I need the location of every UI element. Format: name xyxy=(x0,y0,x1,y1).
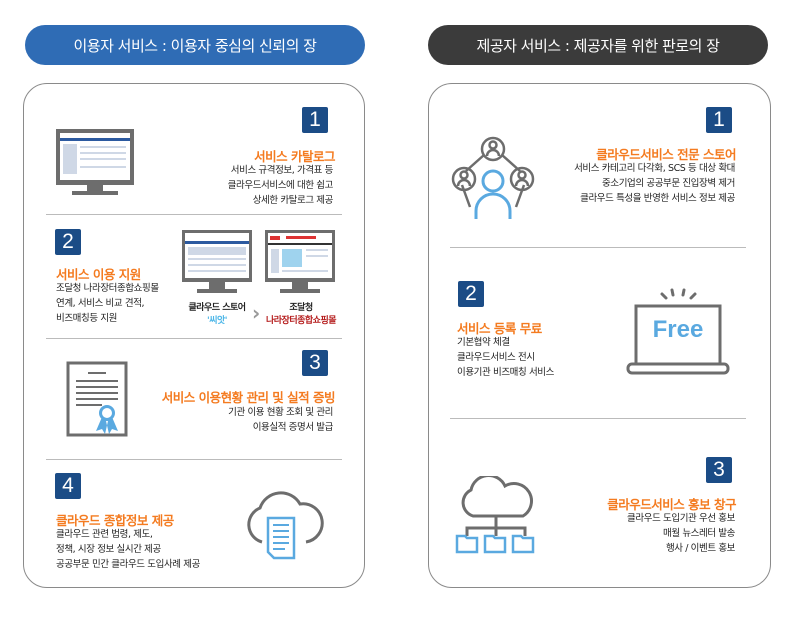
desc-line: 이용실적 증명서 발급 xyxy=(252,422,334,433)
item-description: 서비스 카테고리 다각화, SCS 등 대상 확대 중소기업의 공공부문 진입장… xyxy=(574,161,735,206)
desc-line: 클라우드서비스에 대한 쉽고 xyxy=(227,180,334,191)
divider xyxy=(46,459,342,460)
desc-line: 서비스 카테고리 다각화, SCS 등 대상 확대 xyxy=(574,163,735,174)
cloud-store-monitor-icon xyxy=(182,230,252,293)
desc-line: 조달청 나라장터종합쇼핑몰 xyxy=(56,283,159,294)
cloud-store-label: 클라우드 스토어 xyxy=(188,303,246,313)
item-description: 조달청 나라장터종합쇼핑몰 연계, 서비스 비교 견적, 비즈매칭등 지원 xyxy=(56,281,159,326)
mall-name: 나라장터종합쇼핑몰 xyxy=(265,316,337,326)
desc-line: 클라우드서비스 전시 xyxy=(457,352,535,363)
user-network-icon xyxy=(451,136,535,219)
item-description: 서비스 규격정보, 가격표 등 클라우드서비스에 대한 쉽고 상세한 카탈로그 … xyxy=(227,163,334,208)
desc-line: 중소기업의 공공부문 진입장벽 제거 xyxy=(602,178,735,189)
item-title: 서비스 이용현황 관리 및 실적 증빙 xyxy=(161,390,336,405)
free-label: Free xyxy=(652,316,704,343)
cloud-store-caption: 클라우드 스토어 '씨앗' xyxy=(178,300,256,326)
desc-line: 서비스 규격정보, 가격표 등 xyxy=(230,165,334,176)
desc-line: 상세한 카탈로그 제공 xyxy=(252,195,334,206)
desc-line: 비즈매칭등 지원 xyxy=(56,313,117,324)
cloud-folders-icon xyxy=(455,476,535,554)
divider xyxy=(450,247,746,248)
desc-line: 이용기관 비즈매칭 서비스 xyxy=(457,367,554,378)
shopping-mall-caption: 조달청 나라장터종합쇼핑몰 xyxy=(260,300,342,326)
desc-line: 행사 / 이벤트 홍보 xyxy=(665,543,735,554)
divider xyxy=(46,214,342,215)
chevron-right-icon: › xyxy=(252,301,261,325)
desc-line: 정책, 시장 정보 실시간 제공 xyxy=(56,544,161,555)
shopping-mall-monitor-icon xyxy=(265,230,335,293)
number-badge: 3 xyxy=(706,457,732,483)
certificate-icon xyxy=(66,361,128,437)
desc-line: 공공부문 민간 클라우드 도입사례 제공 xyxy=(56,559,200,570)
user-services-header: 이용자 서비스 : 이용자 중심의 신뢰의 장 xyxy=(25,25,365,65)
item-description: 클라우드 도입기관 우선 홍보 매월 뉴스레터 발송 행사 / 이벤트 홍보 xyxy=(627,511,735,556)
item-description: 기관 이용 현황 조회 및 관리 이용실적 증명서 발급 xyxy=(228,405,333,435)
desc-line: 기관 이용 현황 조회 및 관리 xyxy=(228,407,333,418)
item-description: 기본협약 체결 클라우드서비스 전시 이용기관 비즈매칭 서비스 xyxy=(457,335,554,380)
desc-line: 클라우드 특성을 반영한 서비스 정보 제공 xyxy=(580,193,735,204)
divider xyxy=(46,338,342,339)
number-badge: 1 xyxy=(706,107,732,133)
desc-line: 기본협약 체결 xyxy=(457,337,510,348)
desc-line: 연계, 서비스 비교 견적, xyxy=(56,298,145,309)
provider-services-header: 제공자 서비스 : 제공자를 위한 판로의 장 xyxy=(428,25,768,65)
desc-line: 매월 뉴스레터 발송 xyxy=(663,528,735,539)
divider xyxy=(450,418,746,419)
number-badge: 2 xyxy=(458,281,484,307)
cloud-store-name: '씨앗' xyxy=(206,316,228,326)
cloud-document-icon xyxy=(247,491,324,560)
number-badge: 1 xyxy=(302,107,328,133)
desc-line: 클라우드 도입기관 우선 홍보 xyxy=(627,513,735,524)
desc-line: 클라우드 관련 법령, 제도, xyxy=(56,529,153,540)
number-badge: 3 xyxy=(302,350,328,376)
mall-label: 조달청 xyxy=(289,303,313,313)
monitor-icon xyxy=(56,129,134,195)
number-badge: 2 xyxy=(55,229,81,255)
number-badge: 4 xyxy=(55,473,81,499)
item-description: 클라우드 관련 법령, 제도, 정책, 시장 정보 실시간 제공 공공부문 민간… xyxy=(56,527,200,572)
